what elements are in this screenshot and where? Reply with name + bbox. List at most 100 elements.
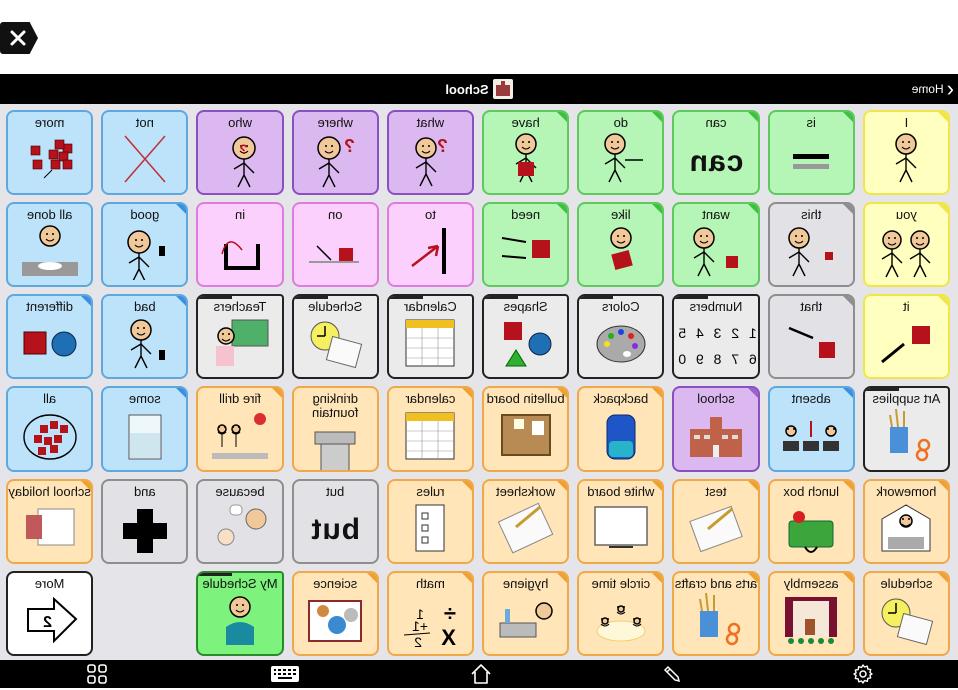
symbol-button-on[interactable]: on [291,202,379,288]
symbol-label: Calendar [404,299,457,315]
top-bar [0,0,958,74]
symbol-button-lunch-box[interactable]: lunch box [767,478,855,564]
calendar-icon [398,314,462,377]
symbol-button-like[interactable]: like [577,202,665,288]
apps-grid-icon[interactable] [86,663,108,685]
symbol-button-fire-drill[interactable]: fire drill [196,386,284,472]
category-corner-marker [938,204,948,215]
red-x-icon [113,130,177,193]
symbol-button-it[interactable]: it [862,294,950,380]
symbol-label: Shapes [503,299,548,315]
symbol-button-is[interactable]: is [767,110,855,196]
symbol-button-can[interactable]: can can [672,110,760,196]
symbol-button-because[interactable]: because [196,478,284,564]
folder-button-colors[interactable]: Colors [577,294,665,380]
symbol-button-this[interactable]: this [767,202,855,288]
person-hugging-box-icon [589,222,653,285]
category-corner-marker [462,388,473,399]
category-corner-marker [747,572,758,583]
symbol-button-you[interactable]: you [862,202,950,288]
symbol-button-assembly[interactable]: assembly [767,570,855,656]
symbol-button-circle-time[interactable]: circle time [577,570,665,656]
symbol-label: bulletin board [486,391,565,407]
category-corner-marker [271,388,282,399]
symbol-button-where[interactable]: where? [291,110,379,196]
folder-tab [291,294,328,300]
symbol-button-bad[interactable]: bad [101,294,189,380]
folder-button-art-supplies[interactable]: Art supplies [862,386,950,472]
symbol-button-math[interactable]: math ÷ X 1 +1 2 [386,570,475,656]
category-corner-marker [747,388,758,399]
home-icon[interactable] [470,663,492,685]
symbol-button-school-holiday[interactable]: school holiday [6,478,94,564]
symbol-button-school[interactable]: school [672,386,760,472]
symbol-button-not[interactable]: not [101,110,189,196]
close-icon [8,28,28,48]
symbol-button-rules[interactable]: rules [386,478,475,564]
symbol-button-worksheet[interactable]: worksheet [482,478,570,564]
close-button[interactable] [0,22,38,54]
symbol-button-all[interactable]: all [6,386,94,472]
symbol-label: want [702,207,730,223]
symbol-label: like [611,207,631,223]
red-squares-all-icon [18,407,82,470]
symbol-button-hygiene[interactable]: hygiene [482,570,570,656]
symbol-label: can [705,115,727,130]
symbol-button-arts-and-crafts[interactable]: arts and crafts [672,570,760,656]
symbol-button-to[interactable]: to [386,202,475,288]
symbol-label: who [228,115,252,130]
folder-button-schedule[interactable]: Schedule [291,294,379,380]
gear-icon[interactable] [852,663,874,685]
keyboard-icon[interactable] [270,663,300,685]
symbol-button-absent[interactable]: absent [767,386,855,472]
symbol-button-bulletin-board[interactable]: bulletin board [482,386,570,472]
folder-button-teachers[interactable]: Teachers [196,294,284,380]
symbol-button-schedule[interactable]: schedule [862,570,950,656]
symbol-button-have[interactable]: have [482,110,570,196]
symbol-button-in[interactable]: in [196,202,284,288]
numbers-symbol: 1 2 3 4 5 6 7 8 9 0 [675,324,757,367]
folder-button-my-schedule[interactable]: My Schedule [196,570,284,656]
symbol-button-all-done[interactable]: all done [6,202,94,288]
symbol-button-backpack[interactable]: backpack [577,386,665,472]
symbol-button-need[interactable]: need [482,202,570,288]
category-corner-marker [938,480,948,491]
folder-tab [482,294,519,300]
symbol-button-that[interactable]: that [767,294,855,380]
category-corner-marker [652,480,663,491]
symbol-button-white-board[interactable]: white board [577,478,665,564]
symbol-button-test[interactable]: test [672,478,760,564]
folder-tab [577,294,614,300]
folder-button-shapes[interactable]: Shapes [482,294,570,380]
symbol-button-homework[interactable]: homework [862,478,950,564]
symbol-button-more[interactable]: more [6,110,94,196]
symbol-button-and[interactable]: and [101,478,189,564]
symbol-button-want[interactable]: want [672,202,760,288]
category-corner-marker [81,296,92,307]
symbol-button-i[interactable]: I [862,110,950,196]
homework-icon [874,499,938,562]
symbol-button-science[interactable]: science [291,570,379,656]
symbol-button-good[interactable]: good [101,202,189,288]
hygiene-sink-icon [494,591,558,654]
symbol-label: calendar [405,391,456,407]
symbol-label: worksheet [495,483,556,499]
box-on-surface-icon [303,222,367,285]
category-corner-marker [938,112,948,122]
symbol-button-calendar[interactable]: calendar [386,386,475,472]
pencil-icon[interactable] [661,663,683,685]
symbol-label: it [903,299,910,315]
symbol-button-but[interactable]: but but [291,478,379,564]
symbol-button-who[interactable]: who? [196,110,284,196]
symbol-button-more[interactable]: More 2 [6,570,94,656]
symbol-button-drinking-fountain[interactable]: drinking fountain [291,386,379,472]
folder-button-numbers[interactable]: Numbers 1 2 3 4 5 6 7 8 9 0 [672,294,760,380]
symbol-button-do[interactable]: do [577,110,665,196]
symbol-button-different[interactable]: different [6,294,94,380]
backpack-icon [589,407,653,470]
folder-button-calendar[interactable]: Calendar [386,294,475,380]
symbol-button-what[interactable]: what? [386,110,475,196]
svg-text:?: ? [239,141,248,157]
symbol-button-some[interactable]: some [101,386,189,472]
category-corner-marker [938,296,948,307]
